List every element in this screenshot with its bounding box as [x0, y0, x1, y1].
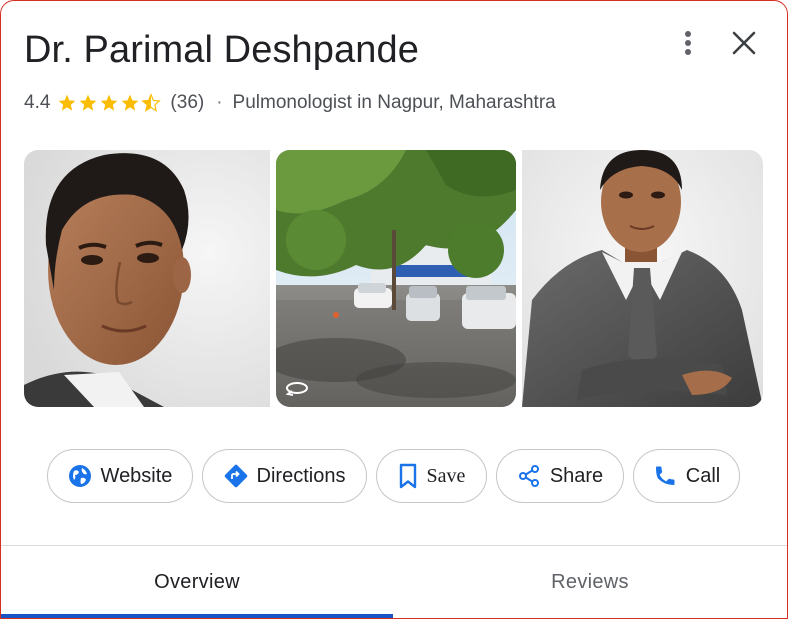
close-icon — [732, 31, 756, 55]
photo-doctor-portrait[interactable] — [24, 150, 270, 407]
tab-reviews[interactable]: Reviews — [393, 546, 787, 618]
call-label: Call — [685, 464, 721, 487]
close-button[interactable] — [729, 27, 759, 59]
directions-label: Directions — [256, 464, 346, 487]
save-label: Save — [426, 464, 466, 487]
place-category: Pulmonologist in Nagpur, Maharashtra — [232, 92, 556, 113]
more-options-button[interactable] — [673, 27, 703, 61]
website-label: Website — [100, 464, 173, 487]
photo-street-view[interactable] — [276, 150, 516, 407]
phone-icon — [655, 466, 675, 485]
call-button[interactable]: Call — [633, 449, 740, 503]
place-title: Dr. Parimal Deshpande — [24, 29, 419, 71]
tab-overview[interactable]: Overview — [1, 546, 393, 618]
directions-icon — [224, 464, 247, 488]
star-icon — [59, 94, 76, 111]
review-count-link[interactable]: (36) — [170, 92, 204, 114]
rating-row: 4.4 (36) · Pulmonologist in Nagpur, Maha… — [24, 91, 556, 115]
star-icon — [101, 94, 118, 111]
share-button[interactable]: Share — [496, 449, 624, 503]
share-icon — [518, 465, 539, 487]
star-icon — [80, 94, 97, 111]
website-button[interactable]: Website — [47, 449, 193, 503]
star-rating — [57, 93, 162, 113]
star-half-icon — [141, 93, 162, 112]
tab-selected-indicator — [1, 614, 393, 618]
directions-button[interactable]: Directions — [202, 449, 367, 503]
separator-dot: · — [216, 92, 223, 113]
save-button[interactable]: Save — [376, 449, 487, 503]
more-vert-icon — [685, 31, 691, 55]
share-label: Share — [549, 464, 604, 487]
bookmark-icon — [399, 463, 416, 489]
globe-icon — [68, 465, 91, 487]
street-view-360-icon — [285, 382, 308, 396]
action-bar: Website Directions Save Share Call — [1, 449, 787, 503]
photo-doctor-suit[interactable] — [522, 150, 763, 407]
star-icon — [122, 94, 139, 111]
rating-score: 4.4 — [24, 92, 51, 113]
place-card: Dr. Parimal Deshpande 4.4 (36) · Pulmono… — [0, 0, 788, 619]
